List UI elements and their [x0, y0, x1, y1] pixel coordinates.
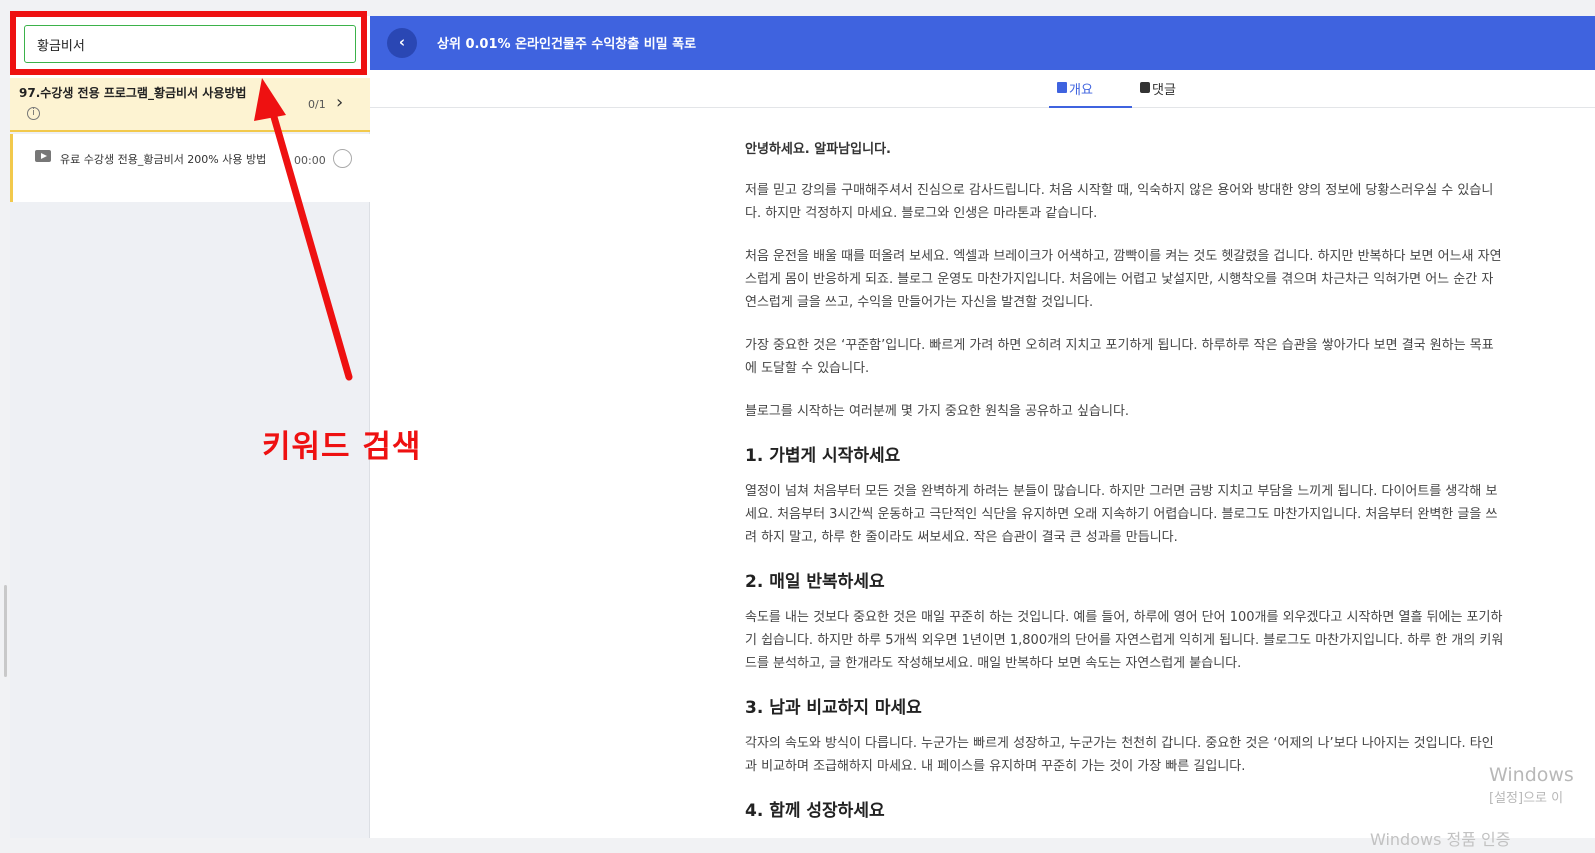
annotation-arrow — [254, 78, 353, 381]
activation-watermark: Windows — [1489, 764, 1574, 786]
activation-watermark-bottom: Windows 정품 인증 — [1370, 830, 1511, 849]
activation-watermark-sub: [설정]으로 이 — [1489, 791, 1564, 806]
annotation-label: 키워드 검색 — [262, 429, 422, 465]
